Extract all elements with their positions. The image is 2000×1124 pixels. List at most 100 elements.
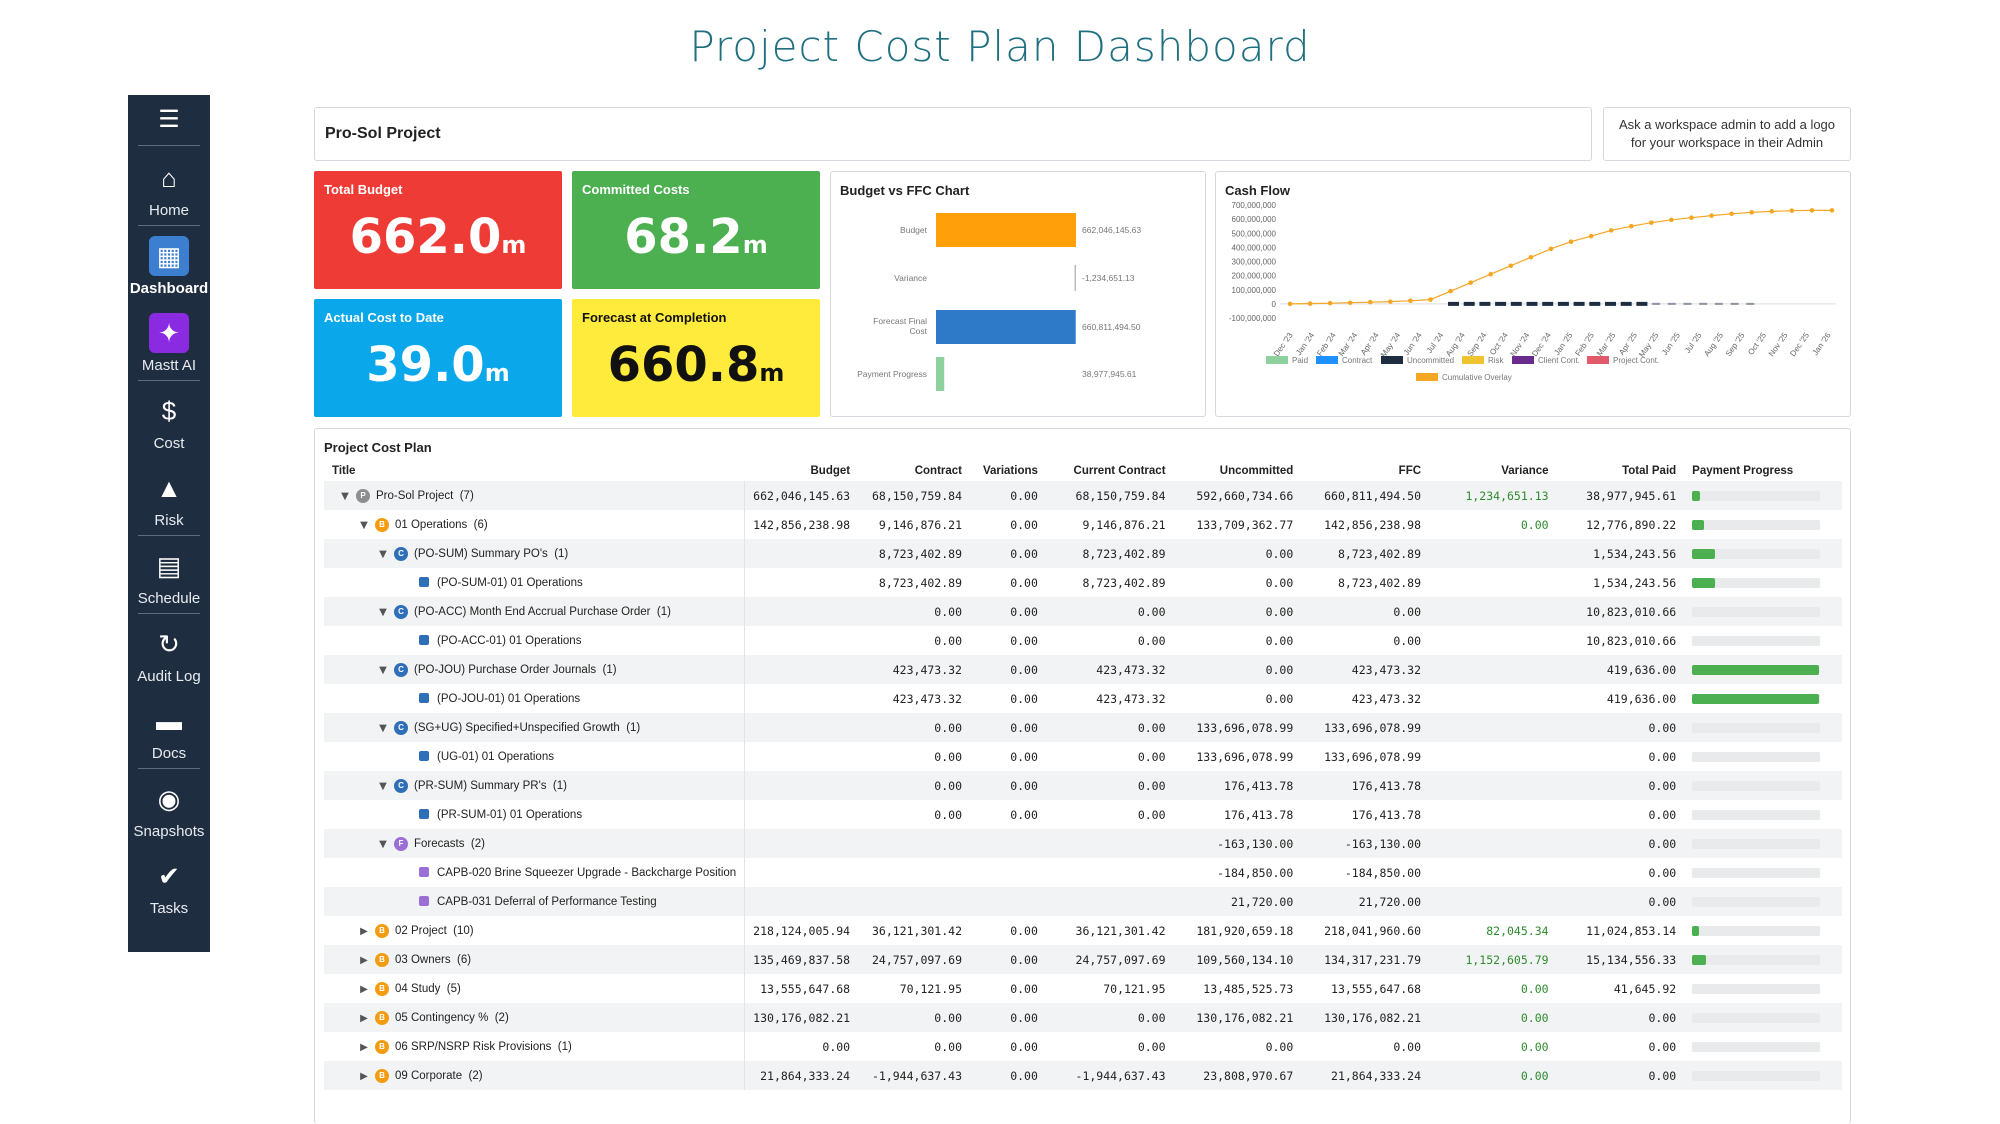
table-row[interactable]: CAPB-020 Brine Squeezer Upgrade - Backch…	[324, 858, 1842, 887]
row-title[interactable]: (PR-SUM) Summary PR's (1)	[414, 780, 567, 792]
row-title[interactable]: (SG+UG) Specified+Unspecified Growth (1)	[414, 722, 640, 734]
column-header[interactable]: Payment Progress	[1684, 461, 1842, 481]
row-title[interactable]: (PR-SUM-01) 01 Operations	[437, 809, 582, 821]
type-badge-icon: B	[375, 952, 389, 967]
column-header[interactable]: Contract	[858, 461, 970, 481]
column-header[interactable]: Variance	[1429, 461, 1557, 481]
row-title[interactable]: 06 SRP/NSRP Risk Provisions (1)	[395, 1041, 572, 1053]
chevron-right-icon[interactable]: ▶	[357, 1013, 371, 1024]
table-row[interactable]: CAPB-031 Deferral of Performance Testing…	[324, 887, 1842, 916]
chevron-down-icon[interactable]: ▼	[376, 723, 390, 734]
x-tick-label: Dec '24	[1530, 331, 1553, 359]
table-row[interactable]: ▼ B 01 Operations (6) 142,856,238.98 9,146,8…	[324, 510, 1842, 539]
cell-contract: 0.00	[858, 597, 970, 626]
chevron-down-icon[interactable]: ▼	[376, 607, 390, 618]
row-title[interactable]: (PO-SUM-01) 01 Operations	[437, 577, 583, 589]
row-title[interactable]: (PO-ACC-01) 01 Operations	[437, 635, 581, 647]
row-title[interactable]: CAPB-020 Brine Squeezer Upgrade - Backch…	[437, 867, 736, 879]
table-row[interactable]: ▼ C (PO-ACC) Month End Accrual Purchase Or…	[324, 597, 1842, 626]
table-row[interactable]: ▼ F Forecasts (2) -163,130.00 -163,130.00 0.0…	[324, 829, 1842, 858]
table-row[interactable]: ▼ P Pro-Sol Project (7) 662,046,145.63 68,15…	[324, 481, 1842, 510]
table-row[interactable]: ▼ C (PR-SUM) Summary PR's (1) 0.00 0.00 0.00 1…	[324, 771, 1842, 800]
row-title[interactable]: (PO-ACC) Month End Accrual Purchase Orde…	[414, 606, 671, 618]
column-header[interactable]: Total Paid	[1557, 461, 1685, 481]
chevron-down-icon[interactable]: ▼	[338, 491, 352, 502]
table-row[interactable]: (PO-JOU-01) 01 Operations 423,473.32 0.00 4…	[324, 684, 1842, 713]
chevron-down-icon[interactable]: ▼	[376, 781, 390, 792]
column-header[interactable]: Variations	[970, 461, 1046, 481]
chevron-right-icon[interactable]: ▶	[357, 984, 371, 995]
row-title[interactable]: (PO-SUM) Summary PO's (1)	[414, 548, 568, 560]
cell-variance: 0.00	[1429, 1003, 1557, 1032]
row-title[interactable]: 03 Owners (6)	[395, 954, 471, 966]
chevron-right-icon[interactable]: ▶	[357, 1042, 371, 1053]
row-title[interactable]: (PO-JOU-01) 01 Operations	[437, 693, 580, 705]
cell-paid: 15,134,556.33	[1556, 945, 1685, 974]
cell-current: 423,473.32	[1045, 655, 1174, 684]
sidebar-item-label: Dashboard	[129, 280, 209, 297]
chevron-right-icon[interactable]: ▶	[357, 926, 371, 937]
chevron-down-icon[interactable]: ▼	[376, 549, 390, 560]
table-row[interactable]: ▼ C (SG+UG) Specified+Unspecified Growth (…	[324, 713, 1842, 742]
row-title[interactable]: 02 Project (10)	[395, 925, 474, 937]
cell-budget: 142,856,238.98	[753, 517, 851, 532]
column-header[interactable]: Current Contract	[1046, 461, 1174, 481]
table-row[interactable]: (PO-SUM-01) 01 Operations 8,723,402.89 0.0…	[324, 568, 1842, 597]
collapse-menu-icon[interactable]: ☰	[128, 95, 210, 143]
row-title[interactable]: (PO-JOU) Purchase Order Journals (1)	[414, 664, 617, 676]
cell-variations: 0.00	[1010, 1039, 1038, 1054]
row-title[interactable]: Forecasts (2)	[414, 838, 485, 850]
sidebar-item-cost[interactable]: $ Cost	[130, 381, 208, 458]
row-title[interactable]: 09 Corporate (2)	[395, 1070, 483, 1082]
table-row[interactable]: ▶ B 03 Owners (6) 135,469,837.58 24,757,097.…	[324, 945, 1842, 974]
cell-current: 8,723,402.89	[1045, 539, 1174, 568]
cell-contract: 36,121,301.42	[871, 923, 962, 938]
sidebar-item-mastt-ai[interactable]: ✦ Mastt AI	[130, 303, 208, 380]
chevron-down-icon[interactable]: ▼	[357, 520, 371, 531]
chevron-down-icon[interactable]: ▼	[376, 839, 390, 850]
table-row[interactable]: ▶ B 04 Study (5) 13,555,647.68 70,121.95 0.00…	[324, 974, 1842, 1003]
table-row[interactable]: (UG-01) 01 Operations 0.00 0.00 0.00 133,696…	[324, 742, 1842, 771]
sidebar-item-snapshots[interactable]: ◉ Snapshots	[130, 769, 208, 846]
chevron-down-icon[interactable]: ▼	[376, 665, 390, 676]
sidebar-item-audit-log[interactable]: ↻ Audit Log	[130, 614, 208, 691]
chevron-right-icon[interactable]: ▶	[357, 1071, 371, 1082]
column-header[interactable]: Uncommitted	[1174, 461, 1302, 481]
table-row[interactable]: ▶ B 06 SRP/NSRP Risk Provisions (1) 0.00 0.0…	[324, 1032, 1842, 1061]
row-title[interactable]: (UG-01) 01 Operations	[437, 751, 554, 763]
chevron-right-icon[interactable]: ▶	[357, 955, 371, 966]
table-row[interactable]: ▼ C (PO-JOU) Purchase Order Journals (1) 42…	[324, 655, 1842, 684]
sidebar-item-label: Audit Log	[137, 668, 201, 685]
table-row[interactable]: ▶ B 02 Project (10) 218,124,005.94 36,121,30…	[324, 916, 1842, 945]
cell-ffc: 0.00	[1301, 597, 1430, 626]
column-header[interactable]: Budget	[745, 461, 858, 481]
table-row[interactable]: ▶ B 09 Corporate (2) 21,864,333.24 -1,944,63…	[324, 1061, 1842, 1090]
column-header[interactable]: Title	[324, 461, 745, 481]
row-title[interactable]: 05 Contingency % (2)	[395, 1012, 509, 1024]
payment-progress-cell	[1684, 1032, 1842, 1061]
cell-paid: 12,776,890.22	[1586, 517, 1677, 532]
uncommitted-bar	[1730, 302, 1739, 305]
table-row[interactable]: ▶ B 05 Contingency % (2) 130,176,082.21 0.00…	[324, 1003, 1842, 1032]
y-tick-label: 600,000,000	[1232, 215, 1277, 224]
cell-ffc: 423,473.32	[1351, 691, 1422, 706]
sidebar-item-home[interactable]: ⌂ Home	[130, 148, 208, 225]
table-row[interactable]: ▼ C (PO-SUM) Summary PO's (1) 8,723,402.89 0…	[324, 539, 1842, 568]
cell-budget	[744, 829, 859, 858]
row-title[interactable]: 01 Operations (6)	[395, 519, 488, 531]
column-header[interactable]: FFC	[1301, 461, 1429, 481]
sidebar-item-schedule[interactable]: ▤ Schedule	[130, 536, 208, 613]
sidebar-item-docs[interactable]: ▬ Docs	[130, 691, 208, 768]
row-title[interactable]: Pro-Sol Project (7)	[376, 490, 474, 502]
row-title[interactable]: CAPB-031 Deferral of Performance Testing	[437, 896, 657, 908]
sidebar-item-tasks[interactable]: ✔ Tasks	[130, 846, 208, 923]
sidebar-item-dashboard[interactable]: ▦ Dashboard	[130, 226, 208, 303]
table-row[interactable]: (PO-ACC-01) 01 Operations 0.00 0.00 0.00 0.0…	[324, 626, 1842, 655]
row-title[interactable]: 04 Study (5)	[395, 983, 461, 995]
table-row[interactable]: (PR-SUM-01) 01 Operations 0.00 0.00 0.00 176…	[324, 800, 1842, 829]
cell-contract: 68,150,759.84	[858, 481, 970, 510]
cell-uncommitted: -163,130.00	[1173, 829, 1302, 858]
uncommitted-bar	[1526, 301, 1538, 306]
sidebar-item-risk[interactable]: ▲ Risk	[130, 458, 208, 535]
cell-contract: 423,473.32	[892, 691, 962, 706]
